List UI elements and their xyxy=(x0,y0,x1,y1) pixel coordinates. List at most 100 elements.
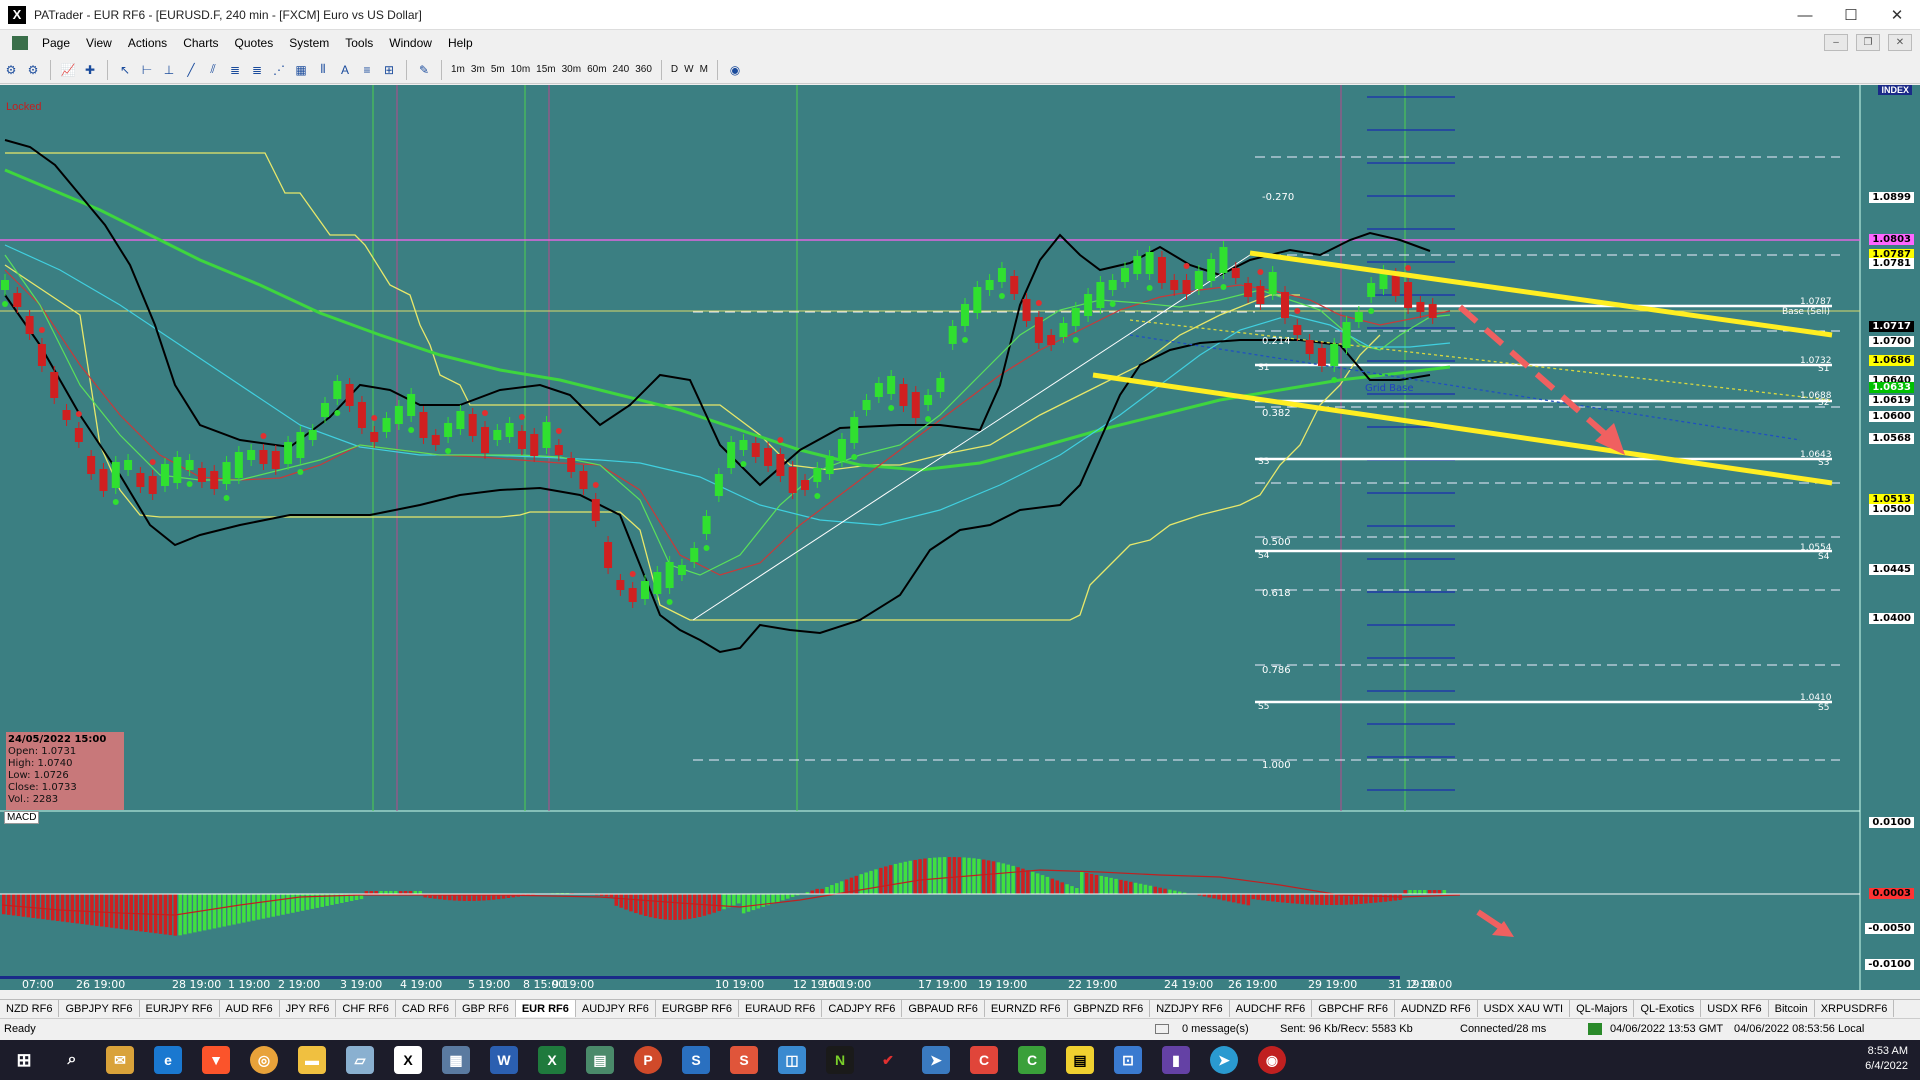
symbol-tab[interactable]: AUDNZD RF6 xyxy=(1395,1000,1478,1017)
symbol-tab[interactable]: AUD RF6 xyxy=(220,1000,280,1017)
video-icon[interactable]: ◉ xyxy=(1258,1046,1286,1074)
symbol-tab[interactable]: QL-Exotics xyxy=(1634,1000,1702,1017)
menu-actions[interactable]: Actions xyxy=(120,36,175,50)
store-icon[interactable]: ⊡ xyxy=(1114,1046,1142,1074)
menu-window[interactable]: Window xyxy=(381,36,440,50)
maximize-button[interactable]: ☐ xyxy=(1828,0,1874,30)
mdi-restore-button[interactable]: ❐ xyxy=(1856,34,1880,51)
symbol-tab[interactable]: EURJPY RF6 xyxy=(140,1000,220,1017)
symbol-tab[interactable]: CADJPY RF6 xyxy=(822,1000,903,1017)
timeframe-5m[interactable]: 5m xyxy=(488,64,508,75)
ninja-icon[interactable]: N xyxy=(826,1046,854,1074)
minimize-button[interactable]: — xyxy=(1782,0,1828,30)
symbol-tab[interactable]: CHF RF6 xyxy=(336,1000,396,1017)
chart-menu-icon[interactable] xyxy=(12,36,28,50)
new-chart-icon[interactable]: 📈 xyxy=(59,61,77,79)
connect-icon[interactable]: ⚙ xyxy=(2,61,20,79)
menu-tools[interactable]: Tools xyxy=(337,36,381,50)
symbol-tab[interactable]: EURNZD RF6 xyxy=(985,1000,1068,1017)
timeframe-360[interactable]: 360 xyxy=(632,64,655,75)
symbol-tab[interactable]: USDX XAU WTI xyxy=(1478,1000,1571,1017)
grid-icon[interactable]: ⊞ xyxy=(380,61,398,79)
twitch-icon[interactable]: ▮ xyxy=(1162,1046,1190,1074)
symbol-tab[interactable]: AUDCHF RF6 xyxy=(1230,1000,1313,1017)
gann-icon[interactable]: ▦ xyxy=(292,61,310,79)
c-red-icon[interactable]: C xyxy=(970,1046,998,1074)
symbol-tab[interactable]: GBPCHF RF6 xyxy=(1312,1000,1395,1017)
symbol-tab[interactable]: GBP RF6 xyxy=(456,1000,516,1017)
fib-time-icon[interactable]: ⦀ xyxy=(314,61,332,79)
price-chart-canvas[interactable] xyxy=(0,85,1920,990)
blue-arrow-icon[interactable]: ➤ xyxy=(922,1046,950,1074)
menu-system[interactable]: System xyxy=(281,36,337,50)
image-viewer-icon[interactable]: ▤ xyxy=(586,1046,614,1074)
crosshair-icon[interactable]: ✚ xyxy=(81,61,99,79)
calculator-icon[interactable]: ▦ xyxy=(442,1046,470,1074)
edge-icon[interactable]: e xyxy=(154,1046,182,1074)
menu-charts[interactable]: Charts xyxy=(175,36,226,50)
symbol-tab[interactable]: AUDJPY RF6 xyxy=(576,1000,656,1017)
timeframe-d[interactable]: D xyxy=(668,64,681,75)
windows-start-icon[interactable]: ⊞ xyxy=(10,1046,38,1074)
fib-retracement-icon[interactable]: ≣ xyxy=(226,61,244,79)
symbol-tab[interactable]: JPY RF6 xyxy=(280,1000,337,1017)
timeframe-m[interactable]: M xyxy=(697,64,711,75)
channel-icon[interactable]: ⫽ xyxy=(204,61,222,79)
cursor-icon[interactable]: ↖ xyxy=(116,61,134,79)
chart-area[interactable]: Locked INDEX -0.270 0.382 0.214 0.500 0.… xyxy=(0,85,1920,991)
telegram-icon[interactable]: ➤ xyxy=(1210,1046,1238,1074)
symbol-tab[interactable]: GBPAUD RF6 xyxy=(902,1000,985,1017)
symbol-tab[interactable]: Bitcoin xyxy=(1769,1000,1815,1017)
symbol-tab[interactable]: CAD RF6 xyxy=(396,1000,456,1017)
trend-line-icon[interactable]: ╱ xyxy=(182,61,200,79)
timeframe-30m[interactable]: 30m xyxy=(559,64,584,75)
word-icon[interactable]: W xyxy=(490,1046,518,1074)
patrader-icon[interactable]: X xyxy=(394,1046,422,1074)
search-icon[interactable]: ⌕ xyxy=(58,1046,86,1074)
powerpoint-icon[interactable]: P xyxy=(634,1046,662,1074)
symbol-tab[interactable]: NZD RF6 xyxy=(0,1000,60,1017)
symbol-tab[interactable]: QL-Majors xyxy=(1570,1000,1635,1017)
disconnect-icon[interactable]: ⚙ xyxy=(24,61,42,79)
notes-icon[interactable]: ▱ xyxy=(346,1046,374,1074)
sticky-notes-icon[interactable]: ▤ xyxy=(1066,1046,1094,1074)
menu-quotes[interactable]: Quotes xyxy=(227,36,282,50)
timeframe-3m[interactable]: 3m xyxy=(468,64,488,75)
symbol-tab[interactable]: EUR RF6 xyxy=(515,1000,576,1017)
symbol-tab[interactable]: GBPNZD RF6 xyxy=(1068,1000,1151,1017)
vertical-line-icon[interactable]: ⊥ xyxy=(160,61,178,79)
pencil-icon[interactable]: ✎ xyxy=(415,61,433,79)
menu-view[interactable]: View xyxy=(78,36,120,50)
s-app-icon[interactable]: S xyxy=(682,1046,710,1074)
symbol-tab[interactable]: USDX RF6 xyxy=(1701,1000,1769,1017)
symbol-tab[interactable]: NZDJPY RF6 xyxy=(1150,1000,1230,1017)
sync-icon[interactable]: ◉ xyxy=(726,61,744,79)
fib-fan-icon[interactable]: ⋰ xyxy=(270,61,288,79)
menu-page[interactable]: Page xyxy=(34,36,78,50)
remote-icon[interactable]: ◫ xyxy=(778,1046,806,1074)
symbol-tab[interactable]: EURAUD RF6 xyxy=(739,1000,823,1017)
timeframe-w[interactable]: W xyxy=(681,64,696,75)
menu-help[interactable]: Help xyxy=(440,36,481,50)
file-explorer-icon[interactable]: ▬ xyxy=(298,1046,326,1074)
symbol-tab[interactable]: GBPJPY RF6 xyxy=(59,1000,140,1017)
horizontal-line-icon[interactable]: ⊢ xyxy=(138,61,156,79)
timeframe-60m[interactable]: 60m xyxy=(584,64,609,75)
pivot-icon[interactable]: ≡ xyxy=(358,61,376,79)
text-tool-icon[interactable]: A xyxy=(336,61,354,79)
red-app-icon[interactable]: ✔ xyxy=(874,1046,902,1074)
mdi-minimize-button[interactable]: – xyxy=(1824,34,1848,51)
snip-icon[interactable]: S xyxy=(730,1046,758,1074)
timeframe-15m[interactable]: 15m xyxy=(533,64,558,75)
c-green-icon[interactable]: C xyxy=(1018,1046,1046,1074)
fib-extension-icon[interactable]: ≣ xyxy=(248,61,266,79)
brave-icon[interactable]: ▼ xyxy=(202,1046,230,1074)
timeframe-10m[interactable]: 10m xyxy=(508,64,533,75)
thunderbird-icon[interactable]: ✉ xyxy=(106,1046,134,1074)
mdi-close-button[interactable]: ✕ xyxy=(1888,34,1912,51)
close-button[interactable]: ✕ xyxy=(1874,0,1920,30)
symbol-tab[interactable]: XRPUSDRF6 xyxy=(1815,1000,1895,1017)
excel-icon[interactable]: X xyxy=(538,1046,566,1074)
timeframe-1m[interactable]: 1m xyxy=(448,64,468,75)
timeframe-240[interactable]: 240 xyxy=(610,64,633,75)
